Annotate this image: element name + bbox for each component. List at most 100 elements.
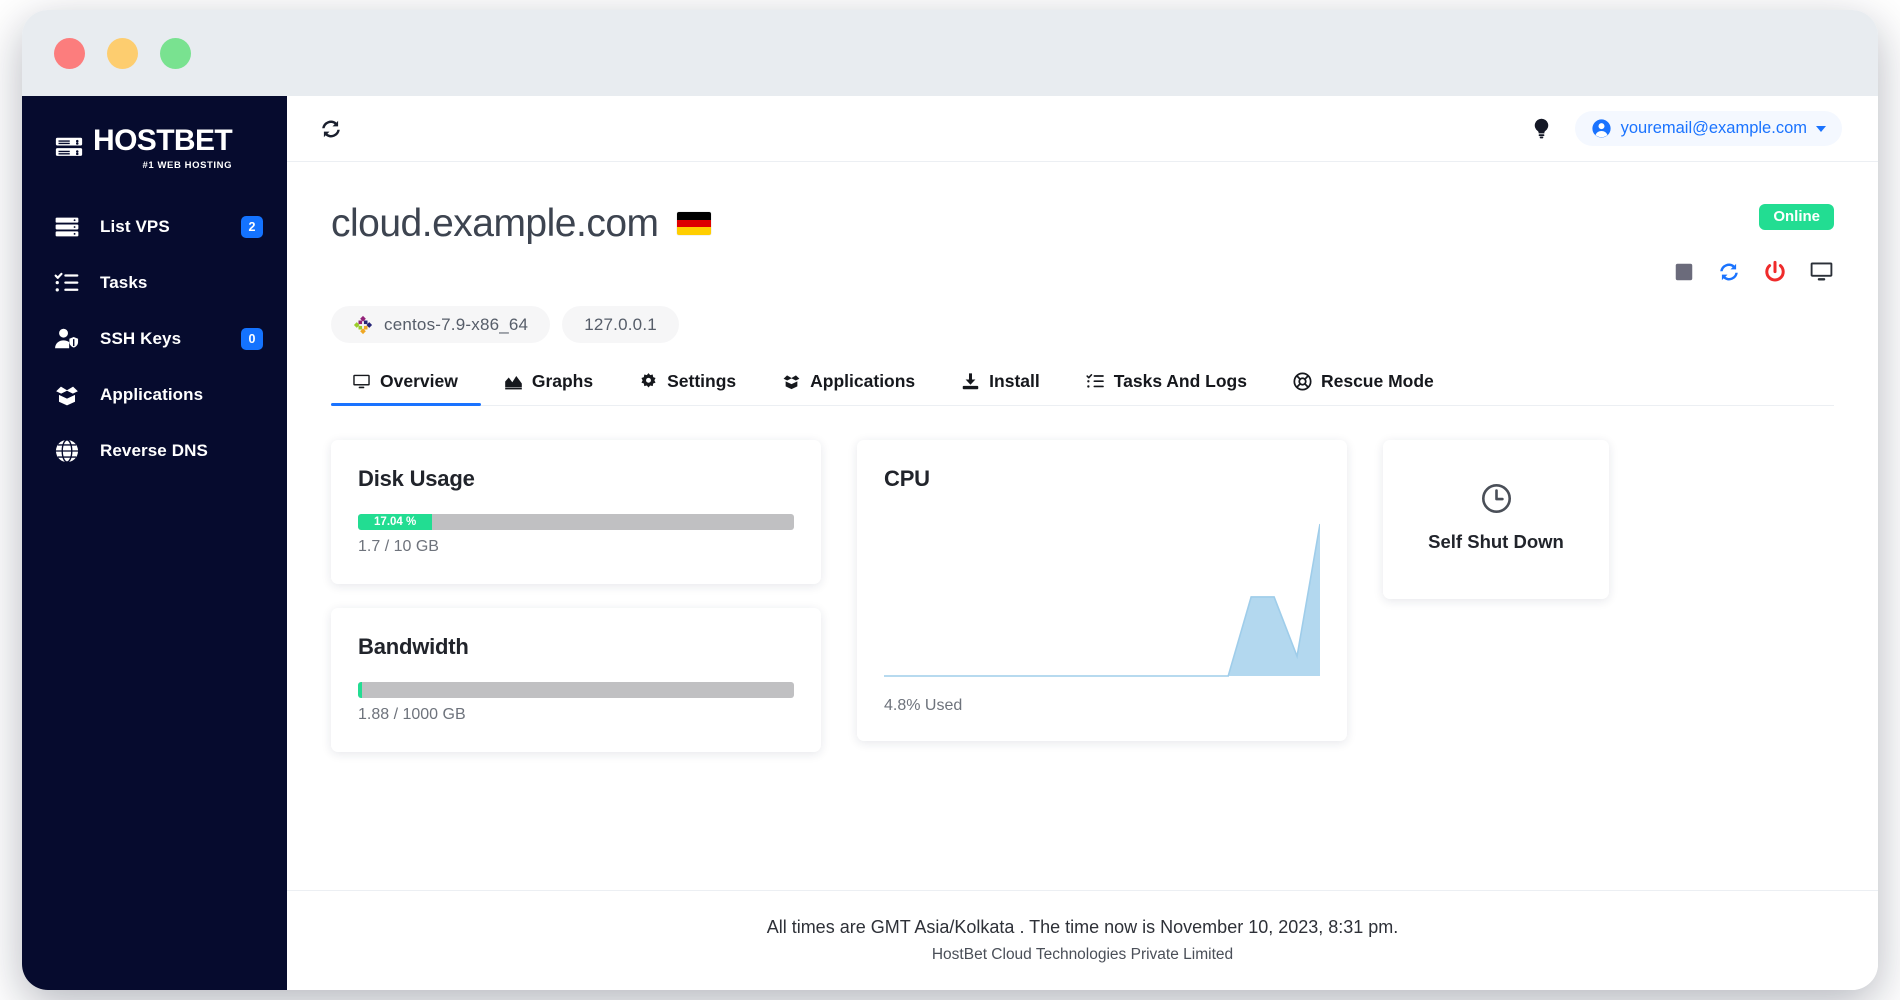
open-box-icon [783, 375, 800, 390]
sidebar-item-label: List VPS [100, 217, 170, 236]
brand-logo[interactable]: HOSTBET #1 WEB HOSTING [22, 118, 287, 175]
user-menu[interactable]: youremail@example.com [1574, 111, 1842, 146]
stop-button[interactable] [1673, 261, 1695, 283]
sidebar-item-tasks[interactable]: Tasks [22, 255, 287, 311]
cpu-area-chart [884, 523, 1320, 677]
tab-overview[interactable]: Overview [331, 371, 481, 406]
tab-label: Applications [810, 371, 916, 391]
ip-chip: 127.0.0.1 [562, 306, 679, 343]
progress-fill: 17.04 % [358, 514, 433, 530]
top-bar: youremail@example.com [287, 96, 1878, 162]
progress-fill [358, 682, 362, 698]
footer-company-text: HostBet Cloud Technologies Private Limit… [931, 946, 1234, 963]
progress-track: 17.04 % [358, 514, 794, 530]
tab-rescue-mode[interactable]: Rescue Mode [1270, 371, 1457, 405]
area-chart-icon [505, 375, 522, 390]
sidebar-item-label: Applications [100, 385, 204, 404]
sidebar-item-ssh-keys[interactable]: SSH Keys 0 [22, 311, 287, 367]
sidebar-badge-list-vps: 2 [241, 216, 263, 238]
page-title: cloud.example.com [331, 202, 659, 245]
user-shield-icon [54, 326, 84, 352]
console-button[interactable] [1809, 259, 1834, 284]
tab-applications[interactable]: Applications [759, 371, 938, 405]
tab-graphs[interactable]: Graphs [481, 371, 616, 405]
sidebar-item-applications[interactable]: Applications [22, 367, 287, 423]
chevron-down-icon [1816, 125, 1826, 132]
top-bar-right: youremail@example.com [1530, 111, 1842, 146]
lightbulb-icon[interactable] [1530, 117, 1553, 140]
task-list-icon [1086, 374, 1104, 388]
maximize-window-button[interactable] [160, 37, 191, 69]
user-email-label: youremail@example.com [1620, 119, 1807, 137]
tab-label: Install [989, 371, 1040, 391]
clock-icon [1481, 483, 1511, 514]
header-right: Online [1673, 204, 1834, 284]
open-box-icon [54, 382, 84, 408]
download-icon [962, 373, 979, 390]
card-title: CPU [884, 466, 930, 491]
status-badge: Online [1759, 204, 1834, 230]
refresh-icon[interactable] [319, 117, 343, 141]
traffic-light-buttons [54, 37, 191, 69]
power-button[interactable] [1763, 260, 1787, 284]
bandwidth-card: Bandwidth 1.88 / 1000 GB [331, 608, 821, 752]
tab-tasks-and-logs[interactable]: Tasks And Logs [1063, 371, 1270, 405]
page-header: cloud.example.com Online [331, 204, 1834, 284]
server-action-buttons [1673, 259, 1834, 284]
server-stack-icon [55, 137, 83, 156]
tab-label: Settings [667, 371, 737, 391]
gear-icon [641, 373, 656, 388]
card-title: Disk Usage [358, 466, 475, 491]
task-list-icon [54, 270, 84, 296]
footer: All times are GMT Asia/Kolkata . The tim… [287, 890, 1878, 990]
sidebar-badge-ssh-keys: 0 [241, 328, 263, 350]
tab-label: Graphs [531, 371, 594, 391]
lifebuoy-icon [1293, 372, 1312, 391]
progress-track [358, 682, 794, 698]
sidebar-item-list-vps[interactable]: List VPS 2 [22, 199, 287, 255]
os-chip: centos-7.9-x86_64 [331, 306, 551, 343]
germany-flag-icon [676, 212, 711, 235]
tab-label: Rescue Mode [1320, 371, 1434, 391]
content-area: cloud.example.com Online centos-7.9-x86_… [287, 162, 1878, 890]
user-circle-icon [1591, 119, 1611, 138]
browser-window: HOSTBET #1 WEB HOSTING List VPS 2 Tasks … [22, 10, 1878, 990]
tab-install[interactable]: Install [938, 371, 1063, 405]
sidebar-item-label: SSH Keys [100, 329, 182, 348]
bandwidth-progress: 1.88 / 1000 GB [358, 682, 794, 724]
footer-time-text: All times are GMT Asia/Kolkata . The tim… [766, 917, 1399, 937]
sidebar-item-label: Reverse DNS [100, 441, 208, 460]
tab-settings[interactable]: Settings [616, 371, 759, 405]
bandwidth-caption: 1.88 / 1000 GB [358, 706, 466, 723]
self-shutdown-card[interactable]: Self Shut Down [1383, 440, 1609, 599]
globe-icon [54, 438, 84, 464]
cpu-caption: 4.8% Used [884, 697, 963, 714]
main-area: youremail@example.com cloud.example.com [287, 96, 1878, 990]
brand-name: HOSTBET [93, 124, 233, 157]
disk-usage-card: Disk Usage 17.04 % 1.7 / 10 GB [331, 440, 821, 584]
self-shutdown-label: Self Shut Down [1428, 531, 1564, 552]
ip-chip-label: 127.0.0.1 [584, 314, 657, 334]
close-window-button[interactable] [54, 37, 85, 69]
disk-progress: 17.04 % 1.7 / 10 GB [358, 514, 794, 556]
sidebar-item-reverse-dns[interactable]: Reverse DNS [22, 423, 287, 479]
tab-bar: Overview Graphs Settings Applications In… [331, 371, 1834, 406]
brand-tagline: #1 WEB HOSTING [142, 160, 233, 171]
server-icon [54, 214, 84, 240]
centos-logo-icon [353, 315, 373, 334]
sidebar: HOSTBET #1 WEB HOSTING List VPS 2 Tasks … [22, 96, 287, 990]
minimize-window-button[interactable] [107, 37, 138, 69]
tab-label: Tasks And Logs [1113, 371, 1247, 391]
cpu-card: CPU 4.8% Used [857, 440, 1347, 741]
card-title: Bandwidth [358, 634, 469, 659]
sidebar-item-label: Tasks [100, 273, 148, 292]
cards-grid: Disk Usage 17.04 % 1.7 / 10 GB Bandwidth [331, 440, 1834, 752]
window-title-bar [22, 10, 1878, 96]
monitor-icon [353, 374, 370, 389]
server-meta-chips: centos-7.9-x86_64 127.0.0.1 [331, 306, 1834, 343]
tab-label: Overview [380, 371, 458, 391]
os-chip-label: centos-7.9-x86_64 [384, 314, 529, 334]
disk-caption: 1.7 / 10 GB [358, 538, 439, 555]
sidebar-nav: List VPS 2 Tasks SSH Keys 0 Applications… [22, 199, 287, 479]
reboot-button[interactable] [1717, 260, 1741, 284]
